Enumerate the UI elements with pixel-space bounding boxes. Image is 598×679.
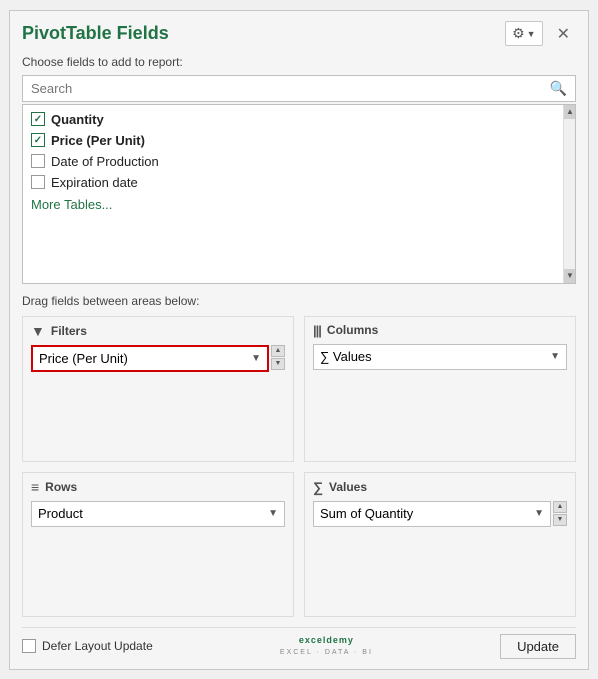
field-label-date: Date of Production xyxy=(51,154,159,169)
field-checkbox-price[interactable]: ✓ xyxy=(31,133,45,147)
filters-scroll-btns: ▲ ▼ xyxy=(271,345,285,372)
panel-header: PivotTable Fields ⚙ ▼ ✕ xyxy=(22,21,576,47)
columns-value: ∑ Values xyxy=(320,349,372,364)
filters-scroll-up[interactable]: ▲ xyxy=(271,345,285,357)
rows-dropdown[interactable]: Product ▼ xyxy=(31,501,285,527)
filters-value: Price (Per Unit) xyxy=(39,351,128,366)
rows-area: ≡ Rows Product ▼ xyxy=(22,472,294,617)
filters-dropdown-container: Price (Per Unit) ▼ xyxy=(31,345,269,372)
search-box: 🔍 xyxy=(22,75,576,102)
filters-area: ▼ Filters Price (Per Unit) ▼ ▲ ▼ xyxy=(22,316,294,462)
values-value: Sum of Quantity xyxy=(320,506,413,521)
field-item-quantity[interactable]: ✓ Quantity xyxy=(23,109,575,130)
rows-icon: ≡ xyxy=(31,479,39,495)
filter-icon: ▼ xyxy=(31,323,45,339)
rows-arrow: ▼ xyxy=(268,508,278,519)
header-icons: ⚙ ▼ ✕ xyxy=(505,21,576,47)
values-scroll-btns: ▲ ▼ xyxy=(553,501,567,527)
search-input[interactable] xyxy=(31,81,550,96)
values-sigma-icon: ∑ xyxy=(313,479,323,495)
areas-grid: ▼ Filters Price (Per Unit) ▼ ▲ ▼ ||| xyxy=(22,316,576,617)
fields-scrollbar[interactable]: ▲ ▼ xyxy=(563,105,575,283)
values-arrow: ▼ xyxy=(534,508,544,519)
checkmark-quantity: ✓ xyxy=(34,114,42,125)
field-checkbox-date[interactable] xyxy=(31,154,45,168)
checkmark-price: ✓ xyxy=(34,135,42,146)
field-item-price[interactable]: ✓ Price (Per Unit) xyxy=(23,130,575,151)
values-row: Sum of Quantity ▼ ▲ ▼ xyxy=(313,501,567,527)
values-scroll-down[interactable]: ▼ xyxy=(553,514,567,526)
defer-checkbox-row: Defer Layout Update xyxy=(22,639,153,653)
settings-button[interactable]: ⚙ ▼ xyxy=(505,21,542,46)
defer-checkbox[interactable] xyxy=(22,639,36,653)
field-item-date[interactable]: Date of Production xyxy=(23,151,575,172)
columns-label: Columns xyxy=(327,323,378,337)
more-tables-link[interactable]: More Tables... xyxy=(23,193,575,216)
filters-row: Price (Per Unit) ▼ ▲ ▼ xyxy=(31,345,285,372)
rows-value: Product xyxy=(38,506,83,521)
fields-list: ✓ Quantity ✓ Price (Per Unit) Date of Pr… xyxy=(22,104,576,284)
values-label: Values xyxy=(329,480,367,494)
columns-dropdown[interactable]: ∑ Values ▼ xyxy=(313,344,567,370)
settings-icon: ⚙ xyxy=(512,25,525,42)
close-button[interactable]: ✕ xyxy=(551,21,576,47)
values-area: ∑ Values Sum of Quantity ▼ ▲ ▼ xyxy=(304,472,576,617)
columns-header: ||| Columns xyxy=(313,323,567,338)
columns-arrow: ▼ xyxy=(550,351,560,362)
field-label-price: Price (Per Unit) xyxy=(51,133,145,148)
columns-area: ||| Columns ∑ Values ▼ xyxy=(304,316,576,462)
excel-logo-text: exceldemyEXCEL · DATA · BI xyxy=(280,635,373,657)
filters-arrow: ▼ xyxy=(251,353,261,364)
bottom-bar: Defer Layout Update exceldemyEXCEL · DAT… xyxy=(22,627,576,659)
values-header: ∑ Values xyxy=(313,479,567,495)
filters-dropdown[interactable]: Price (Per Unit) ▼ xyxy=(31,345,269,372)
field-checkbox-quantity[interactable]: ✓ xyxy=(31,112,45,126)
choose-fields-label: Choose fields to add to report: xyxy=(22,55,576,69)
filters-label: Filters xyxy=(51,324,87,338)
field-label-quantity: Quantity xyxy=(51,112,104,127)
drag-fields-label: Drag fields between areas below: xyxy=(22,294,576,308)
values-dropdown-container: Sum of Quantity ▼ xyxy=(313,501,551,527)
filters-scroll-down[interactable]: ▼ xyxy=(271,358,285,370)
defer-label: Defer Layout Update xyxy=(42,639,153,653)
panel-title: PivotTable Fields xyxy=(22,23,169,44)
field-label-expiration: Expiration date xyxy=(51,175,138,190)
settings-dropdown-arrow: ▼ xyxy=(527,29,536,39)
values-dropdown[interactable]: Sum of Quantity ▼ xyxy=(313,501,551,527)
rows-label: Rows xyxy=(45,480,77,494)
excel-logo: exceldemyEXCEL · DATA · BI xyxy=(280,635,373,657)
field-checkbox-expiration[interactable] xyxy=(31,175,45,189)
rows-header: ≡ Rows xyxy=(31,479,285,495)
field-item-expiration[interactable]: Expiration date xyxy=(23,172,575,193)
update-button[interactable]: Update xyxy=(500,634,576,659)
columns-icon: ||| xyxy=(313,323,321,338)
search-icon: 🔍 xyxy=(550,80,567,97)
scroll-down-arrow[interactable]: ▼ xyxy=(564,269,576,283)
scroll-up-arrow[interactable]: ▲ xyxy=(564,105,576,119)
close-icon: ✕ xyxy=(557,24,570,44)
pivot-table-fields-panel: PivotTable Fields ⚙ ▼ ✕ Choose fields to… xyxy=(9,10,589,670)
filters-header: ▼ Filters xyxy=(31,323,285,339)
values-scroll-up[interactable]: ▲ xyxy=(553,501,567,513)
